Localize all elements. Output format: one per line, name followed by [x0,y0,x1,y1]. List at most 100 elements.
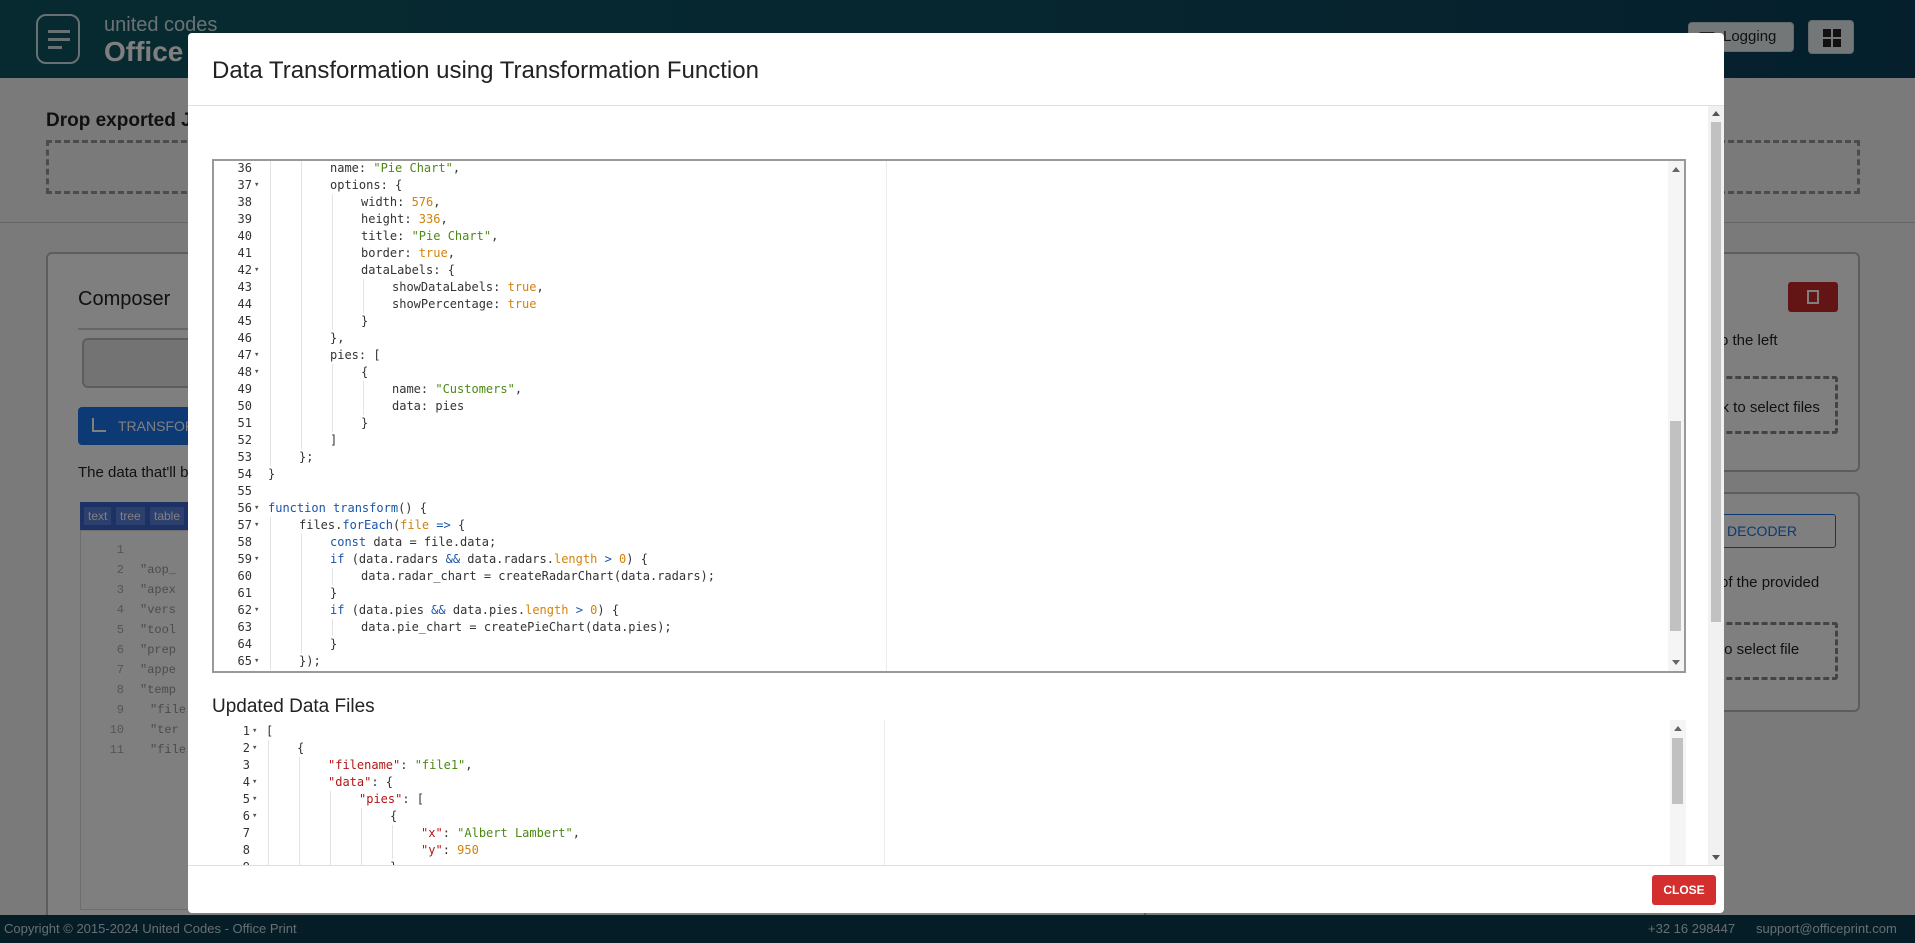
code-line[interactable]: 38 width: 576, [214,194,1654,211]
fold-arrow-icon[interactable]: ▾ [252,740,262,757]
code-line[interactable]: 5 ▾ "pies": [ [212,791,1652,808]
code-line[interactable]: 53}; [214,449,1654,466]
code-line[interactable]: 8 "y": 950 [212,842,1652,859]
code-line[interactable]: 49 name: "Customers", [214,381,1654,398]
fold-arrow-icon[interactable]: ▾ [254,177,264,194]
line-number: 64 [237,637,252,651]
code-line[interactable]: 40 title: "Pie Chart", [214,228,1654,245]
code-token: && [445,552,461,566]
code-token: "y" [421,843,443,857]
close-button[interactable]: CLOSE [1652,875,1716,905]
fold-arrow-icon[interactable]: ▾ [252,791,262,808]
fold-arrow-icon[interactable]: ▾ [254,347,264,364]
code-line[interactable]: 48 ▾ { [214,364,1654,381]
code-token: : [ [402,792,425,806]
line-number: 55 [237,484,252,498]
code-line[interactable]: 2 ▾ { [212,740,1652,757]
code-line[interactable]: 6 ▾ { [212,808,1652,825]
fold-arrow-icon[interactable]: ▾ [254,364,264,381]
code-text: name: "Customers", [392,381,522,398]
indent-guide [301,228,302,245]
code-token: , [465,758,473,772]
indent-guide [301,602,302,619]
indent-guide [299,842,300,859]
indent-guide [361,825,362,842]
fold-arrow-icon[interactable]: ▾ [252,774,262,791]
code-line[interactable]: 52] [214,432,1654,449]
indent-guide [270,602,271,619]
code-line[interactable]: 45} [214,313,1654,330]
code-line[interactable]: 36 name: "Pie Chart", [214,161,1654,177]
code-line[interactable]: 47 ▾ pies: [ [214,347,1654,364]
code-line[interactable]: 55 [214,483,1654,500]
scroll-thumb[interactable] [1670,421,1681,631]
line-number: 2 [242,741,250,755]
scroll-thumb[interactable] [1711,122,1721,622]
transform-code-editor[interactable]: 36 name: "Pie Chart", 37 ▾ options: {38 width… [212,159,1686,673]
fold-arrow-icon[interactable]: ▾ [254,500,264,517]
code-line[interactable]: 57 ▾ files.forEach(file => { [214,517,1654,534]
line-number: 60 [237,569,252,583]
scroll-down-icon[interactable] [1672,660,1680,665]
code-line[interactable]: 43 showDataLabels: true, [214,279,1654,296]
code-line[interactable]: 44 showPercentage: true [214,296,1654,313]
code-token: { [390,809,398,823]
code-line[interactable]: 54} [214,466,1654,483]
code-token: { [450,518,466,532]
code-line[interactable]: 39 height: 336, [214,211,1654,228]
code-token: function [268,501,334,515]
indent-guide [301,398,302,415]
code-line[interactable]: 37 ▾ options: { [214,177,1654,194]
code-line[interactable]: 42 ▾ dataLabels: { [214,262,1654,279]
code-text: height: 336, [361,211,448,228]
indent-guide [270,296,271,313]
line-number: 42 [237,263,252,277]
code-line[interactable]: 4 ▾ "data": { [212,774,1652,791]
code-line[interactable]: 7 "x": "Albert Lambert", [212,825,1652,842]
code-line[interactable]: 58 const data = file.data; [214,534,1654,551]
indent-guide [270,211,271,228]
updated-data-editor[interactable]: 1 ▾[2 ▾{3 "filename": "file1", 4 ▾ "data": {5 ▾… [212,720,1686,865]
fold-arrow-icon[interactable]: ▾ [254,262,264,279]
code-token: showPercentage: [392,297,508,311]
code-line[interactable]: 63 data.pie_chart = createPieChart(data.p… [214,619,1654,636]
code-line[interactable]: 62 ▾ if (data.pies && data.pies.length > 0… [214,602,1654,619]
code-token: 576 [411,195,434,209]
code-line[interactable]: 46}, [214,330,1654,347]
fold-arrow-icon[interactable]: ▾ [252,808,262,825]
line-number: 37 [237,178,252,192]
code-line[interactable]: 60 data.radar_chart = createRadarChart(da… [214,568,1654,585]
line-number: 3 [242,758,250,772]
indent-guide [301,161,302,177]
code-line[interactable]: 50 data: pies [214,398,1654,415]
scroll-up-icon[interactable] [1712,111,1720,116]
code-text: width: 576, [361,194,441,211]
scroll-thumb[interactable] [1672,738,1683,804]
code-editor-scrollbar[interactable] [1668,161,1684,671]
code-line[interactable]: 41 border: true, [214,245,1654,262]
fold-arrow-icon[interactable]: ▾ [252,723,262,740]
code-line[interactable]: 61} [214,585,1654,602]
code-line[interactable]: 56 ▾ function transform() { [214,500,1654,517]
scroll-down-icon[interactable] [1712,855,1720,860]
code-token: : [442,826,458,840]
fold-arrow-icon[interactable]: ▾ [254,653,264,670]
scroll-up-icon[interactable] [1672,167,1680,172]
code-line[interactable]: 3 "filename": "file1", [212,757,1652,774]
indent-guide [330,791,331,808]
code-token: } [361,314,369,328]
updated-editor-scrollbar[interactable] [1670,720,1686,865]
modal-scrollbar[interactable] [1708,106,1724,865]
code-line[interactable]: 65 ▾}); [214,653,1654,670]
code-text: [ [266,723,273,740]
code-line[interactable]: 51} [214,415,1654,432]
code-line[interactable]: 1 ▾ [ [212,723,1652,740]
code-line[interactable]: 59 ▾ if (data.radars && data.radars.length… [214,551,1654,568]
scroll-up-icon[interactable] [1674,726,1682,731]
code-line[interactable]: 64} [214,636,1654,653]
fold-arrow-icon[interactable]: ▾ [254,551,264,568]
fold-arrow-icon[interactable]: ▾ [254,517,264,534]
code-token: , [447,246,455,260]
fold-arrow-icon[interactable]: ▾ [254,602,264,619]
